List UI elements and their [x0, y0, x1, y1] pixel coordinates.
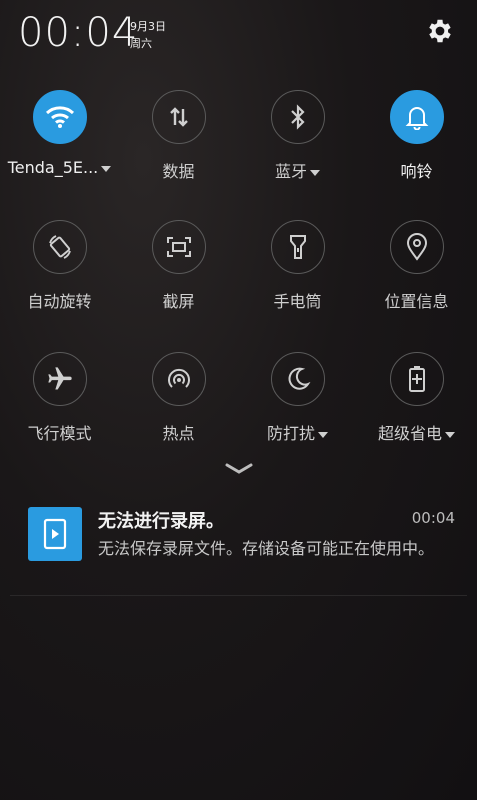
tile-location[interactable]: 位置信息: [357, 220, 476, 340]
auto-rotate-icon: [32, 220, 87, 274]
notification-card[interactable]: 无法进行录屏。 00:04 无法保存录屏文件。存储设备可能正在使用中。: [0, 495, 477, 595]
bell-icon: [389, 90, 444, 144]
dropdown-caret-icon: [318, 431, 328, 438]
tile-hotspot[interactable]: 热点: [119, 352, 238, 472]
settings-gear-icon[interactable]: [425, 16, 455, 46]
tile-label: Tenda_5E...: [0, 158, 119, 177]
wifi-icon: [32, 90, 87, 144]
hotspot-icon: [151, 352, 206, 406]
screenshot-icon: [151, 220, 206, 274]
tile-label: 位置信息: [384, 292, 449, 311]
dropdown-caret-icon: [445, 431, 455, 438]
tile-auto-rotate[interactable]: 自动旋转: [0, 220, 119, 340]
moon-icon: [270, 352, 325, 406]
data-transfer-icon: [151, 90, 206, 144]
tile-airplane[interactable]: 飞行模式: [0, 352, 119, 472]
tile-label: 自动旋转: [27, 292, 92, 311]
notification-title: 无法进行录屏。: [98, 511, 224, 532]
battery-saver-icon: [389, 352, 444, 406]
flashlight-icon: [270, 220, 325, 274]
divider: [10, 595, 467, 596]
tile-label: 响铃: [400, 162, 433, 181]
tile-label: 飞行模式: [27, 424, 92, 443]
tile-label: 截屏: [162, 292, 195, 311]
location-pin-icon: [389, 220, 444, 274]
tile-label: 超级省电: [357, 420, 476, 444]
tile-battery-saver[interactable]: 超级省电: [357, 352, 476, 472]
tile-ring[interactable]: 响铃: [357, 90, 476, 210]
tile-label: 防打扰: [238, 420, 357, 444]
tile-screenshot[interactable]: 截屏: [119, 220, 238, 340]
tile-data[interactable]: 数据: [119, 90, 238, 210]
dropdown-caret-icon: [101, 165, 112, 172]
collapse-chevron-icon[interactable]: [224, 462, 254, 476]
tile-bluetooth[interactable]: 蓝牙: [238, 90, 357, 210]
tile-wifi[interactable]: Tenda_5E...: [0, 90, 119, 210]
tile-label: 手电筒: [273, 292, 322, 311]
tile-label: 数据: [162, 162, 195, 181]
date-block: 9月3日 周六: [130, 18, 166, 52]
date-text: 9月3日: [130, 20, 166, 33]
tile-do-not-disturb[interactable]: 防打扰: [238, 352, 357, 472]
bluetooth-icon: [270, 90, 325, 144]
dropdown-caret-icon: [310, 169, 320, 176]
screen-record-icon: [28, 507, 82, 561]
status-bar: 00:04 9月3日 周六: [0, 0, 477, 70]
tile-flashlight[interactable]: 手电筒: [238, 220, 357, 340]
weekday-text: 周六: [130, 37, 152, 50]
tile-label: 热点: [162, 424, 195, 443]
tile-label: 蓝牙: [238, 158, 357, 182]
airplane-icon: [32, 352, 87, 406]
clock-time: 00:04: [18, 10, 139, 56]
notification-time: 00:04: [411, 509, 455, 527]
notification-body: 无法保存录屏文件。存储设备可能正在使用中。: [98, 539, 435, 558]
